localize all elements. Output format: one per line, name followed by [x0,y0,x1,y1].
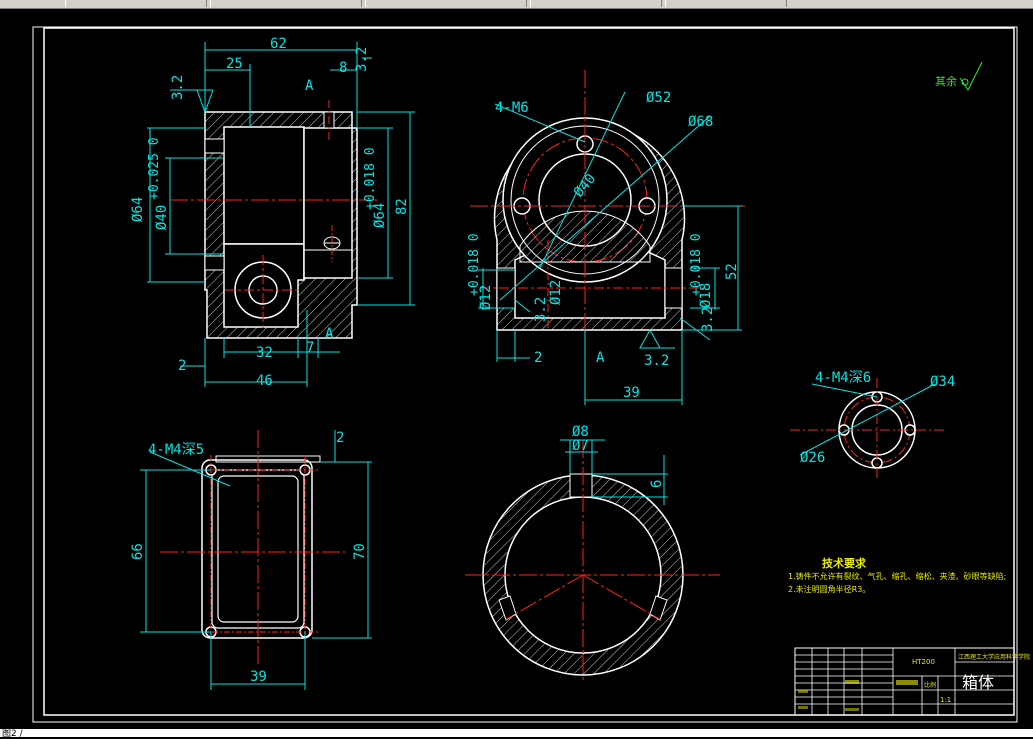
dim-7: 7 [306,340,314,356]
surface-roughness-note: 其余 [935,61,983,91]
roughness-3-2-left: 3.2 [170,75,186,100]
toolbar-tab[interactable] [365,0,527,7]
dim-25: 25 [226,56,243,72]
dim-39-side: 39 [623,385,640,401]
title-block-scale: 1:1 [940,696,951,704]
title-block: 江西理工大学应用科学学院 HT200 箱体 比例 1:1 [794,647,1030,716]
dim-32: 32 [256,345,273,361]
status-strip: 图2 / [0,729,1033,739]
dim-62: 62 [270,36,287,52]
cad-drawing-canvas[interactable]: 62 25 8 3.2 3.2 A A Ø64 Ø40 +0.025 0 Ø64… [0,8,1033,729]
roughness-3-2: 3.2 [354,47,370,72]
dim-4-m4-depth6: 4-M4深6 [815,370,871,386]
top-view [160,430,345,665]
dim-dia52: Ø52 [646,90,671,106]
dim-dia34: Ø34 [930,374,955,390]
dim-dia12b: Ø12 [548,280,564,305]
technical-requirements: 技术要求 1.铸件不允许有裂纹、气孔、缩孔、缩松、夹渣、砂眼等缺陷; 2.未注明… [788,556,1006,594]
ring-section-view [465,440,720,680]
dim-2-top: 2 [336,430,344,446]
section-A-top: A [305,78,314,94]
tech-req-heading: 技术要求 [822,556,867,570]
tol-dia12: +0.018 0 [467,233,482,296]
title-block-part-name: 箱体 [962,673,994,692]
dim-52: 52 [724,263,740,280]
section-A-bottom: A [325,326,334,342]
dim-dia64: Ø64 [130,197,146,222]
dim-4-m6: 4-M6 [495,100,529,116]
toolbar-tab[interactable] [665,0,787,7]
dim-4-m4-depth5: 4-M4深5 [148,442,204,458]
tol-dia40: +0.025 0 [147,137,162,200]
tol-dia18: +0.018 0 [689,233,704,296]
dim-39-top: 39 [250,669,267,685]
roughness-side-b: 3.2 [533,297,549,322]
dim-66: 66 [130,543,146,560]
svg-text:其余: 其余 [935,74,957,88]
dim-6: 6 [649,480,665,488]
dim-dia7: Ø7 [572,438,589,454]
dim-82: 82 [394,198,410,215]
roughness-side: 3.2 [644,353,669,369]
status-text: 图2 / [2,729,23,739]
title-block-scale-label: 比例 [924,681,936,689]
toolbar-tab[interactable] [530,0,662,7]
title-block-material: HT200 [912,658,935,666]
tech-req-line-2: 2.未注明圆角半径R3。 [788,584,870,594]
dim-70: 70 [352,543,368,560]
roughness-side-c: 3.2 [700,307,716,332]
tech-req-line-1: 1.铸件不允许有裂纹、气孔、缩孔、缩松、夹渣、砂眼等缺陷; [788,571,1006,581]
top-view-dimension-lines [140,430,372,690]
dim-dia68: Ø68 [688,114,713,130]
dim-2-side: 2 [534,350,542,366]
dim-dia40: Ø40 [154,205,170,230]
section-A-side: A [596,350,605,366]
dim-dia26: Ø26 [800,450,825,466]
tol-dia64b: +0.018 0 [363,147,378,210]
toolbar-tab[interactable] [65,0,207,7]
dim-2: 2 [178,358,186,374]
toolbar-tab[interactable] [210,0,362,7]
dim-8: 8 [339,60,347,76]
title-block-school: 江西理工大学应用科学学院 [958,653,1030,661]
front-section-view [170,100,380,339]
dim-46: 46 [256,373,273,389]
